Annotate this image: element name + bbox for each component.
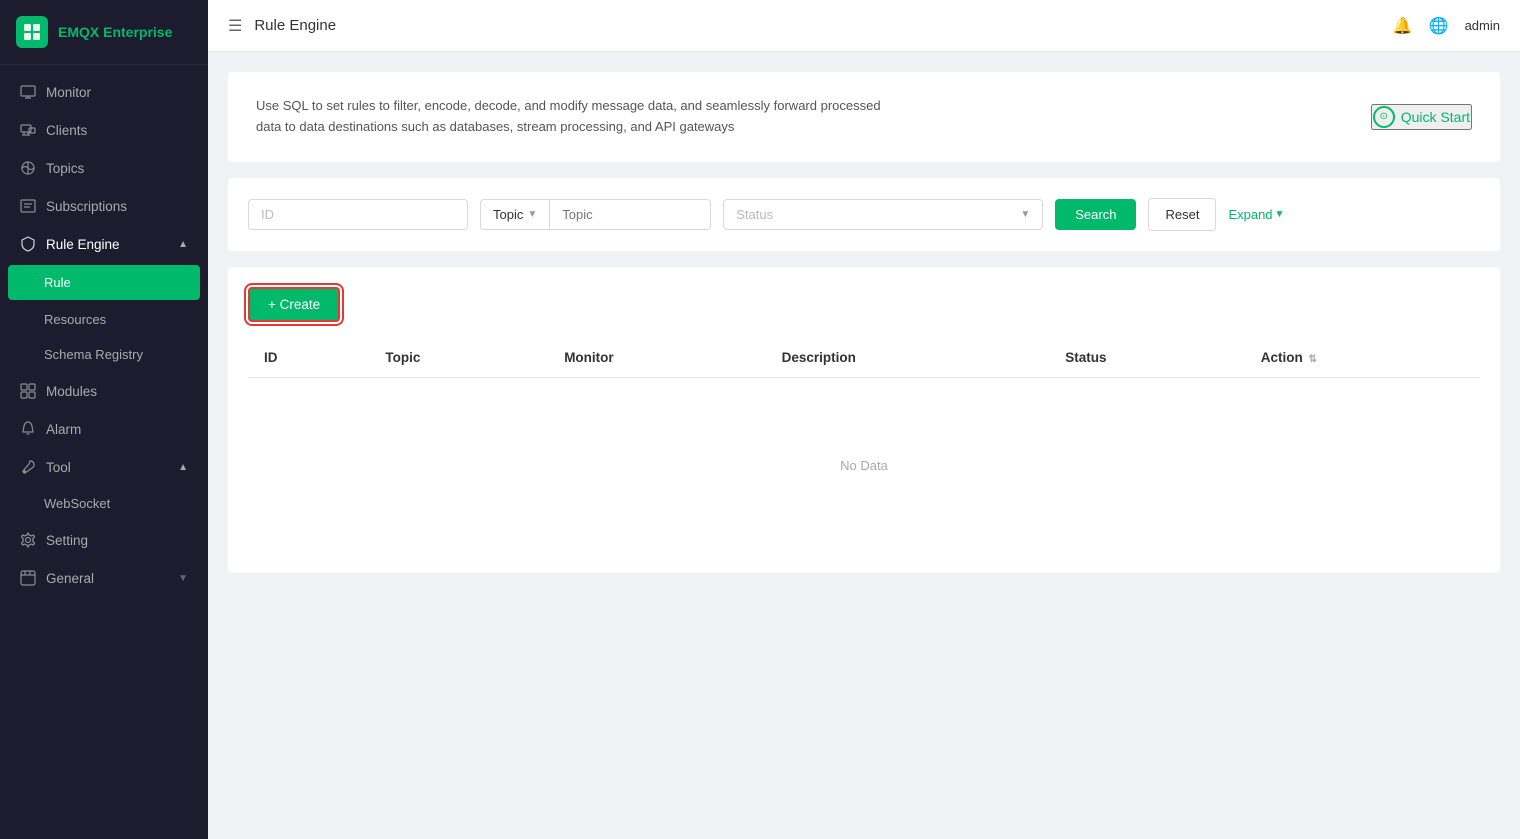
sidebar-item-monitor[interactable]: Monitor	[0, 73, 208, 111]
topbar-menu-icon[interactable]: ☰	[228, 16, 242, 36]
sidebar-sub-schema-registry[interactable]: Schema Registry	[0, 337, 208, 372]
quick-start-button[interactable]: ⊙ Quick Start	[1371, 104, 1472, 130]
table-body: No Data	[248, 377, 1480, 553]
main-content: ☰ Rule Engine 🔔 🌐 admin Use SQL to set r…	[208, 0, 1520, 839]
status-chevron-icon: ▼	[1020, 209, 1030, 220]
sidebar-nav: Monitor Clients Topics Subscriptions	[0, 65, 208, 839]
sidebar-item-alarm-label: Alarm	[46, 422, 81, 437]
sidebar-item-tool-label: Tool	[46, 460, 71, 475]
col-description: Description	[766, 338, 1050, 378]
col-status: Status	[1049, 338, 1245, 378]
sidebar-sub-schema-registry-label: Schema Registry	[44, 347, 143, 362]
sidebar-item-general-label: General	[46, 571, 94, 586]
sidebar-logo: EMQX Enterprise	[0, 0, 208, 65]
sidebar-item-clients-label: Clients	[46, 123, 87, 138]
sidebar-sub-websocket[interactable]: WebSocket	[0, 486, 208, 521]
topic-chevron-icon: ▼	[527, 209, 537, 220]
filter-card: Topic ▼ Status ▼ Search Reset Expand ▼	[228, 178, 1500, 251]
info-description: Use SQL to set rules to filter, encode, …	[256, 96, 896, 138]
notification-icon[interactable]: 🔔	[1393, 16, 1413, 36]
topic-input[interactable]	[550, 200, 710, 229]
sidebar-item-topics[interactable]: Topics	[0, 149, 208, 187]
filter-row: Topic ▼ Status ▼ Search Reset Expand ▼	[248, 198, 1480, 231]
topbar: ☰ Rule Engine 🔔 🌐 admin	[208, 0, 1520, 52]
status-select[interactable]: Status ▼	[723, 199, 1043, 230]
sidebar-item-clients[interactable]: Clients	[0, 111, 208, 149]
col-id: ID	[248, 338, 369, 378]
sidebar-item-rule-engine-label: Rule Engine	[46, 237, 120, 252]
sidebar-sub-websocket-label: WebSocket	[44, 496, 110, 511]
reset-button[interactable]: Reset	[1148, 198, 1216, 231]
create-button[interactable]: + Create	[248, 287, 340, 322]
sidebar-item-general[interactable]: General ▼	[0, 559, 208, 597]
logo-text: EMQX Enterprise	[58, 24, 172, 40]
sidebar-item-tool[interactable]: Tool ▲	[0, 448, 208, 486]
no-data-row: No Data	[248, 377, 1480, 553]
topbar-actions: 🔔 🌐 admin	[1393, 16, 1500, 36]
rule-engine-chevron: ▲	[178, 239, 188, 250]
expand-button[interactable]: Expand ▼	[1228, 207, 1284, 222]
table-card: + Create ID Topic Monitor Description St…	[228, 267, 1500, 573]
sidebar-item-modules[interactable]: Modules	[0, 372, 208, 410]
sidebar-sub-rule[interactable]: Rule	[8, 265, 200, 300]
id-input[interactable]	[248, 199, 468, 230]
topbar-title: Rule Engine	[254, 17, 1380, 34]
status-placeholder: Status	[736, 207, 1014, 222]
col-topic: Topic	[369, 338, 548, 378]
topbar-user: admin	[1465, 18, 1500, 33]
sidebar-sub-rule-label: Rule	[44, 275, 71, 290]
quick-start-label: Quick Start	[1401, 109, 1470, 125]
col-monitor: Monitor	[548, 338, 765, 378]
logo-icon	[16, 16, 48, 48]
general-chevron: ▼	[178, 573, 188, 584]
sidebar: EMQX Enterprise Monitor Clients Topics	[0, 0, 208, 839]
table-header: ID Topic Monitor Description Status Acti…	[248, 338, 1480, 378]
sidebar-item-setting-label: Setting	[46, 533, 88, 548]
expand-chevron-icon: ▼	[1275, 209, 1285, 220]
topic-select-label[interactable]: Topic ▼	[481, 200, 550, 229]
rules-table: ID Topic Monitor Description Status Acti…	[248, 338, 1480, 553]
no-data-cell: No Data	[248, 377, 1480, 553]
globe-icon[interactable]: 🌐	[1429, 16, 1449, 36]
sidebar-item-subscriptions[interactable]: Subscriptions	[0, 187, 208, 225]
expand-label: Expand	[1228, 207, 1272, 222]
action-sort-icon: ⇅	[1308, 354, 1316, 365]
sidebar-sub-resources-label: Resources	[44, 312, 106, 327]
quick-start-icon: ⊙	[1373, 106, 1395, 128]
topic-select-wrap: Topic ▼	[480, 199, 711, 230]
sidebar-sub-resources[interactable]: Resources	[0, 302, 208, 337]
sidebar-item-alarm[interactable]: Alarm	[0, 410, 208, 448]
create-btn-wrap: + Create	[248, 287, 1480, 322]
content-area: Use SQL to set rules to filter, encode, …	[208, 52, 1520, 839]
sidebar-item-modules-label: Modules	[46, 384, 97, 399]
sidebar-item-setting[interactable]: Setting	[0, 521, 208, 559]
sidebar-item-topics-label: Topics	[46, 161, 84, 176]
tool-chevron: ▲	[178, 462, 188, 473]
sidebar-item-subscriptions-label: Subscriptions	[46, 199, 127, 214]
col-action: Action ⇅	[1245, 338, 1480, 378]
search-button[interactable]: Search	[1055, 199, 1136, 230]
sidebar-item-rule-engine[interactable]: Rule Engine ▲	[0, 225, 208, 263]
info-card: Use SQL to set rules to filter, encode, …	[228, 72, 1500, 162]
sidebar-item-monitor-label: Monitor	[46, 85, 91, 100]
topic-label-text: Topic	[493, 207, 523, 222]
